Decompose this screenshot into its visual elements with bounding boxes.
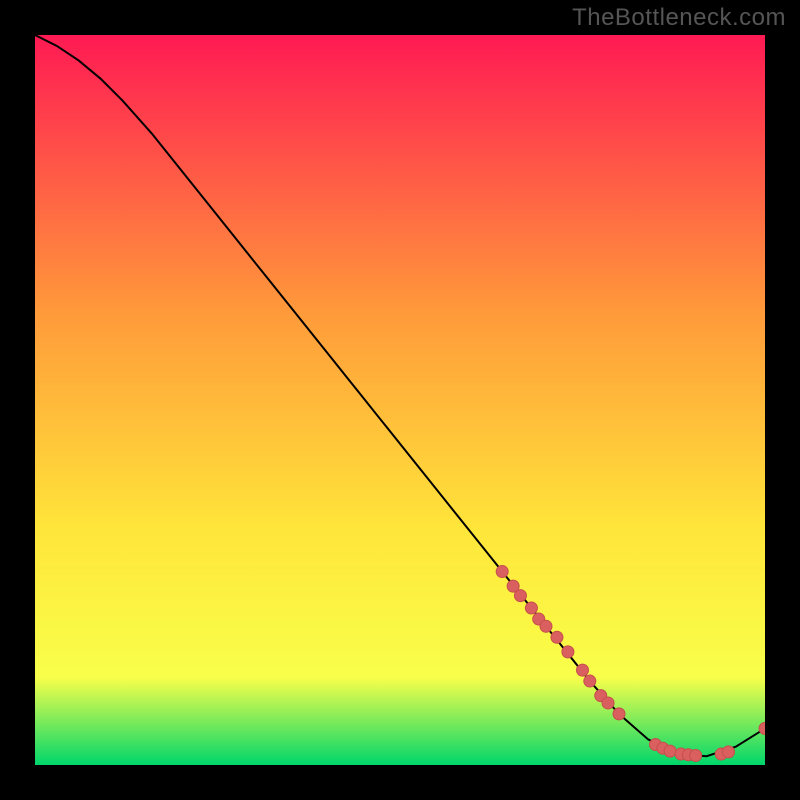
plot-area bbox=[35, 35, 765, 765]
marker-point bbox=[613, 708, 625, 720]
gradient-background bbox=[35, 35, 765, 765]
marker-point bbox=[602, 697, 614, 709]
marker-point bbox=[584, 675, 596, 687]
marker-point bbox=[551, 631, 563, 643]
marker-point bbox=[496, 566, 508, 578]
chart-canvas: TheBottleneck.com bbox=[0, 0, 800, 800]
marker-point bbox=[514, 590, 526, 602]
marker-point bbox=[690, 750, 702, 762]
marker-point bbox=[562, 646, 574, 658]
watermark-text: TheBottleneck.com bbox=[572, 4, 786, 32]
marker-point bbox=[723, 746, 735, 758]
marker-point bbox=[525, 602, 537, 614]
chart-svg bbox=[35, 35, 765, 765]
marker-point bbox=[577, 664, 589, 676]
marker-point bbox=[664, 745, 676, 757]
marker-point bbox=[540, 620, 552, 632]
